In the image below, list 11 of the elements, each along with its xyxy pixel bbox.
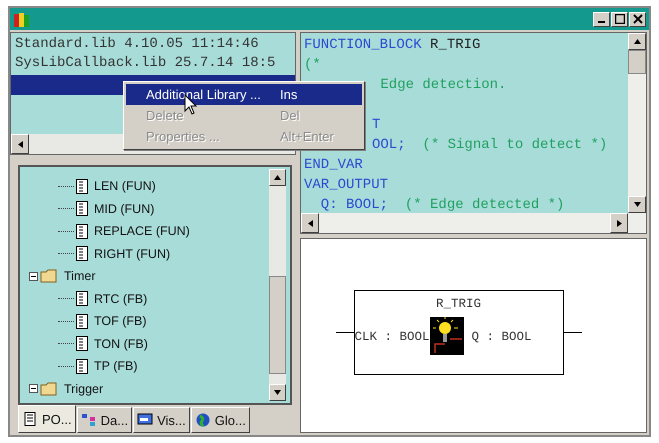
code-line: Edge detection. [379, 77, 506, 93]
code-line: Q: BOOL; (* Edge detected *) [320, 197, 564, 213]
code-line: OOL; (* Signal to detect *) [372, 137, 608, 153]
block-name: R_TRIG [436, 297, 481, 311]
output-pin: Q : BOOL [472, 330, 532, 344]
code-line: VAR_OUTPUT [304, 177, 388, 193]
code-line: (* [304, 57, 321, 73]
code-line: FUNCTION_BLOCK R_TRIG [304, 37, 480, 53]
code-line: END_VAR [304, 157, 363, 173]
input-pin: CLK : BOOL [354, 330, 430, 344]
code-line: T [372, 117, 380, 133]
